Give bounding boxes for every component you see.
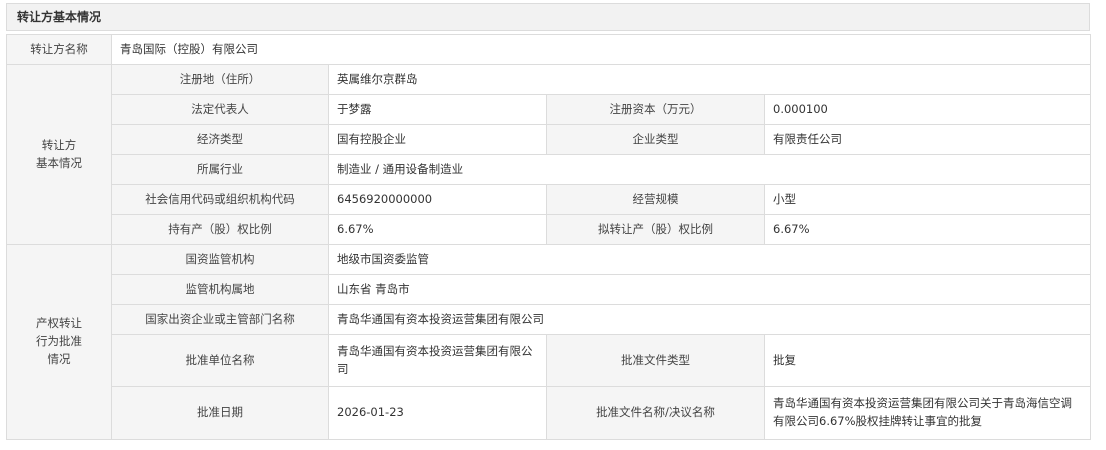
supervisor-loc-value: 山东省 青岛市 [328, 274, 1091, 305]
doc-type-label: 批准文件类型 [546, 334, 765, 387]
credit-code-label: 社会信用代码或组织机构代码 [111, 184, 329, 215]
reg-capital-label: 注册资本（万元） [546, 94, 765, 125]
table-row: 产权转让 行为批准 情况 国资监管机构 地级市国资委监管 [6, 244, 1091, 440]
industry-value: 制造业 / 通用设备制造业 [328, 154, 1091, 185]
hold-ratio-value: 6.67% [328, 214, 547, 245]
section-title: 转让方基本情况 [6, 3, 1090, 31]
sponsor-label: 国家出资企业或主管部门名称 [111, 304, 329, 335]
table-row: 持有产（股）权比例 6.67% 拟转让产（股）权比例 6.67% [7, 214, 1091, 245]
transferor-name-value: 青岛国际（控股）有限公司 [111, 34, 1091, 65]
table-row: 国家出资企业或主管部门名称 青岛华通国有资本投资运营集团有限公司 [7, 304, 1091, 335]
supervisor-value: 地级市国资委监管 [328, 244, 1091, 275]
approve-date-value: 2026-01-23 [328, 386, 547, 440]
doc-name-value: 青岛华通国有资本投资运营集团有限公司关于青岛海信空调有限公司6.67%股权挂牌转… [764, 386, 1091, 440]
table-row: 批准单位名称 青岛华通国有资本投资运营集团有限公司 批准文件类型 批复 [7, 334, 1091, 387]
scale-label: 经营规模 [546, 184, 765, 215]
econ-type-label: 经济类型 [111, 124, 329, 155]
table-row: 法定代表人 于梦露 注册资本（万元） 0.000100 [7, 94, 1091, 125]
supervisor-label: 国资监管机构 [111, 244, 329, 275]
industry-label: 所属行业 [111, 154, 329, 185]
scale-value: 小型 [764, 184, 1091, 215]
table-row: 转让方 基本情况 注册地（住所） 英属维尔京群岛 [6, 64, 1091, 245]
doc-type-value: 批复 [764, 334, 1091, 387]
legal-rep-label: 法定代表人 [111, 94, 329, 125]
approver-label: 批准单位名称 [111, 334, 329, 387]
table-row: 批准日期 2026-01-23 批准文件名称/决议名称 青岛华通国有资本投资运营… [7, 386, 1091, 440]
reg-capital-value: 0.000100 [764, 94, 1091, 125]
credit-code-value: 6456920000000 [328, 184, 547, 215]
table-row: 转让方名称 青岛国际（控股）有限公司 [6, 34, 1091, 65]
transfer-ratio-value: 6.67% [764, 214, 1091, 245]
econ-type-value: 国有控股企业 [328, 124, 547, 155]
sponsor-value: 青岛华通国有资本投资运营集团有限公司 [328, 304, 1091, 335]
table-row: 监管机构属地 山东省 青岛市 [7, 274, 1091, 305]
approver-value: 青岛华通国有资本投资运营集团有限公司 [328, 334, 547, 387]
transferor-info-table: 转让方名称 青岛国际（控股）有限公司 转让方 基本情况 注册地（住所） 英属维尔… [6, 34, 1091, 440]
table-row: 社会信用代码或组织机构代码 6456920000000 经营规模 小型 [7, 184, 1091, 215]
hold-ratio-label: 持有产（股）权比例 [111, 214, 329, 245]
group-approval-label: 产权转让 行为批准 情况 [6, 244, 112, 440]
transfer-ratio-label: 拟转让产（股）权比例 [546, 214, 765, 245]
table-row: 经济类型 国有控股企业 企业类型 有限责任公司 [7, 124, 1091, 155]
table-row: 所属行业 制造业 / 通用设备制造业 [7, 154, 1091, 185]
ent-type-label: 企业类型 [546, 124, 765, 155]
reg-place-value: 英属维尔京群岛 [328, 64, 1091, 95]
group-basic-label: 转让方 基本情况 [6, 64, 112, 245]
transferor-name-label: 转让方名称 [6, 34, 112, 65]
approve-date-label: 批准日期 [111, 386, 329, 440]
reg-place-label: 注册地（住所） [111, 64, 329, 95]
doc-name-label: 批准文件名称/决议名称 [546, 386, 765, 440]
legal-rep-value: 于梦露 [328, 94, 547, 125]
supervisor-loc-label: 监管机构属地 [111, 274, 329, 305]
ent-type-value: 有限责任公司 [764, 124, 1091, 155]
